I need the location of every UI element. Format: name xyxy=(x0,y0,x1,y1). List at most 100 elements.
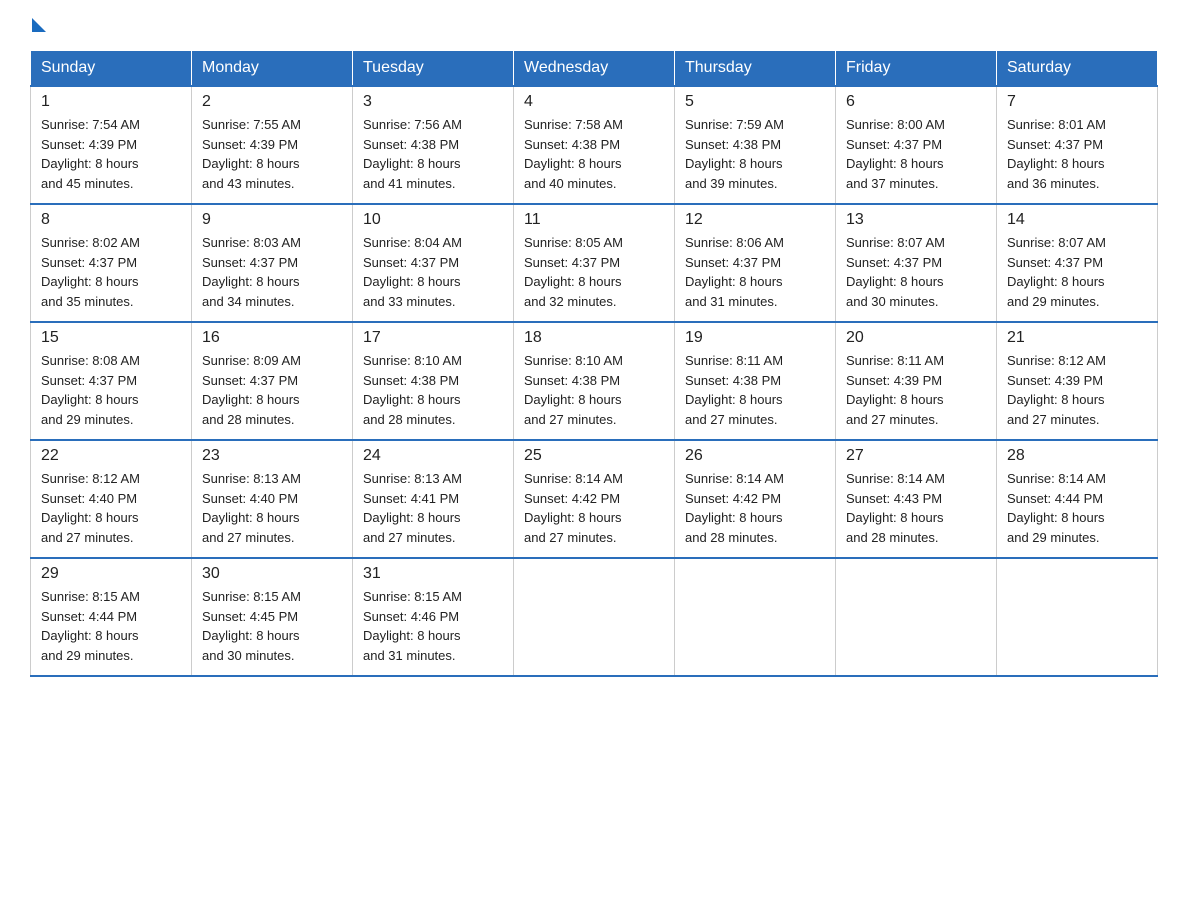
day-number: 10 xyxy=(363,211,503,229)
day-number: 3 xyxy=(363,93,503,111)
day-info: Sunrise: 8:15 AM Sunset: 4:46 PM Dayligh… xyxy=(363,587,503,665)
day-info: Sunrise: 8:15 AM Sunset: 4:44 PM Dayligh… xyxy=(41,587,181,665)
day-info: Sunrise: 8:07 AM Sunset: 4:37 PM Dayligh… xyxy=(846,233,986,311)
day-number: 25 xyxy=(524,447,664,465)
day-info: Sunrise: 8:05 AM Sunset: 4:37 PM Dayligh… xyxy=(524,233,664,311)
day-number: 31 xyxy=(363,565,503,583)
day-number: 28 xyxy=(1007,447,1147,465)
calendar-week-3: 15 Sunrise: 8:08 AM Sunset: 4:37 PM Dayl… xyxy=(31,322,1158,440)
day-info: Sunrise: 8:11 AM Sunset: 4:39 PM Dayligh… xyxy=(846,351,986,429)
calendar-cell: 20 Sunrise: 8:11 AM Sunset: 4:39 PM Dayl… xyxy=(836,322,997,440)
day-number: 19 xyxy=(685,329,825,347)
calendar-cell: 4 Sunrise: 7:58 AM Sunset: 4:38 PM Dayli… xyxy=(514,86,675,204)
calendar-cell: 9 Sunrise: 8:03 AM Sunset: 4:37 PM Dayli… xyxy=(192,204,353,322)
day-info: Sunrise: 8:15 AM Sunset: 4:45 PM Dayligh… xyxy=(202,587,342,665)
day-info: Sunrise: 7:59 AM Sunset: 4:38 PM Dayligh… xyxy=(685,115,825,193)
day-info: Sunrise: 8:10 AM Sunset: 4:38 PM Dayligh… xyxy=(524,351,664,429)
calendar-cell xyxy=(997,558,1158,676)
calendar-cell: 17 Sunrise: 8:10 AM Sunset: 4:38 PM Dayl… xyxy=(353,322,514,440)
calendar-cell xyxy=(675,558,836,676)
day-header-saturday: Saturday xyxy=(997,51,1158,87)
day-number: 29 xyxy=(41,565,181,583)
calendar-cell: 26 Sunrise: 8:14 AM Sunset: 4:42 PM Dayl… xyxy=(675,440,836,558)
calendar-cell xyxy=(514,558,675,676)
day-info: Sunrise: 7:55 AM Sunset: 4:39 PM Dayligh… xyxy=(202,115,342,193)
day-number: 26 xyxy=(685,447,825,465)
day-number: 5 xyxy=(685,93,825,111)
calendar-cell: 15 Sunrise: 8:08 AM Sunset: 4:37 PM Dayl… xyxy=(31,322,192,440)
day-info: Sunrise: 8:01 AM Sunset: 4:37 PM Dayligh… xyxy=(1007,115,1147,193)
day-info: Sunrise: 8:10 AM Sunset: 4:38 PM Dayligh… xyxy=(363,351,503,429)
page-header xyxy=(30,20,1158,34)
day-info: Sunrise: 7:54 AM Sunset: 4:39 PM Dayligh… xyxy=(41,115,181,193)
calendar-cell: 10 Sunrise: 8:04 AM Sunset: 4:37 PM Dayl… xyxy=(353,204,514,322)
calendar-cell: 27 Sunrise: 8:14 AM Sunset: 4:43 PM Dayl… xyxy=(836,440,997,558)
days-header-row: SundayMondayTuesdayWednesdayThursdayFrid… xyxy=(31,51,1158,87)
calendar-cell: 8 Sunrise: 8:02 AM Sunset: 4:37 PM Dayli… xyxy=(31,204,192,322)
day-number: 2 xyxy=(202,93,342,111)
calendar-cell: 29 Sunrise: 8:15 AM Sunset: 4:44 PM Dayl… xyxy=(31,558,192,676)
calendar-cell: 24 Sunrise: 8:13 AM Sunset: 4:41 PM Dayl… xyxy=(353,440,514,558)
calendar-cell: 25 Sunrise: 8:14 AM Sunset: 4:42 PM Dayl… xyxy=(514,440,675,558)
day-info: Sunrise: 8:07 AM Sunset: 4:37 PM Dayligh… xyxy=(1007,233,1147,311)
day-info: Sunrise: 8:00 AM Sunset: 4:37 PM Dayligh… xyxy=(846,115,986,193)
day-number: 8 xyxy=(41,211,181,229)
calendar-cell: 7 Sunrise: 8:01 AM Sunset: 4:37 PM Dayli… xyxy=(997,86,1158,204)
calendar-cell: 6 Sunrise: 8:00 AM Sunset: 4:37 PM Dayli… xyxy=(836,86,997,204)
calendar-cell: 21 Sunrise: 8:12 AM Sunset: 4:39 PM Dayl… xyxy=(997,322,1158,440)
calendar-cell: 19 Sunrise: 8:11 AM Sunset: 4:38 PM Dayl… xyxy=(675,322,836,440)
day-number: 22 xyxy=(41,447,181,465)
calendar-cell: 16 Sunrise: 8:09 AM Sunset: 4:37 PM Dayl… xyxy=(192,322,353,440)
day-info: Sunrise: 8:12 AM Sunset: 4:39 PM Dayligh… xyxy=(1007,351,1147,429)
day-header-wednesday: Wednesday xyxy=(514,51,675,87)
calendar-cell: 23 Sunrise: 8:13 AM Sunset: 4:40 PM Dayl… xyxy=(192,440,353,558)
calendar-cell: 11 Sunrise: 8:05 AM Sunset: 4:37 PM Dayl… xyxy=(514,204,675,322)
day-number: 9 xyxy=(202,211,342,229)
day-number: 30 xyxy=(202,565,342,583)
calendar-cell: 28 Sunrise: 8:14 AM Sunset: 4:44 PM Dayl… xyxy=(997,440,1158,558)
day-info: Sunrise: 8:12 AM Sunset: 4:40 PM Dayligh… xyxy=(41,469,181,547)
day-info: Sunrise: 8:13 AM Sunset: 4:41 PM Dayligh… xyxy=(363,469,503,547)
calendar-table: SundayMondayTuesdayWednesdayThursdayFrid… xyxy=(30,50,1158,677)
day-number: 12 xyxy=(685,211,825,229)
day-number: 14 xyxy=(1007,211,1147,229)
day-header-thursday: Thursday xyxy=(675,51,836,87)
day-header-tuesday: Tuesday xyxy=(353,51,514,87)
calendar-cell: 31 Sunrise: 8:15 AM Sunset: 4:46 PM Dayl… xyxy=(353,558,514,676)
day-number: 13 xyxy=(846,211,986,229)
day-number: 18 xyxy=(524,329,664,347)
day-number: 1 xyxy=(41,93,181,111)
day-number: 24 xyxy=(363,447,503,465)
day-number: 4 xyxy=(524,93,664,111)
day-header-friday: Friday xyxy=(836,51,997,87)
day-info: Sunrise: 8:02 AM Sunset: 4:37 PM Dayligh… xyxy=(41,233,181,311)
calendar-cell: 1 Sunrise: 7:54 AM Sunset: 4:39 PM Dayli… xyxy=(31,86,192,204)
day-info: Sunrise: 8:06 AM Sunset: 4:37 PM Dayligh… xyxy=(685,233,825,311)
day-number: 23 xyxy=(202,447,342,465)
day-header-sunday: Sunday xyxy=(31,51,192,87)
calendar-cell: 22 Sunrise: 8:12 AM Sunset: 4:40 PM Dayl… xyxy=(31,440,192,558)
day-number: 7 xyxy=(1007,93,1147,111)
calendar-cell: 3 Sunrise: 7:56 AM Sunset: 4:38 PM Dayli… xyxy=(353,86,514,204)
day-info: Sunrise: 7:56 AM Sunset: 4:38 PM Dayligh… xyxy=(363,115,503,193)
day-number: 17 xyxy=(363,329,503,347)
day-number: 11 xyxy=(524,211,664,229)
day-number: 16 xyxy=(202,329,342,347)
day-header-monday: Monday xyxy=(192,51,353,87)
day-info: Sunrise: 8:14 AM Sunset: 4:43 PM Dayligh… xyxy=(846,469,986,547)
calendar-week-4: 22 Sunrise: 8:12 AM Sunset: 4:40 PM Dayl… xyxy=(31,440,1158,558)
day-number: 21 xyxy=(1007,329,1147,347)
day-info: Sunrise: 8:09 AM Sunset: 4:37 PM Dayligh… xyxy=(202,351,342,429)
day-info: Sunrise: 8:13 AM Sunset: 4:40 PM Dayligh… xyxy=(202,469,342,547)
day-info: Sunrise: 7:58 AM Sunset: 4:38 PM Dayligh… xyxy=(524,115,664,193)
day-info: Sunrise: 8:14 AM Sunset: 4:44 PM Dayligh… xyxy=(1007,469,1147,547)
calendar-week-2: 8 Sunrise: 8:02 AM Sunset: 4:37 PM Dayli… xyxy=(31,204,1158,322)
day-info: Sunrise: 8:14 AM Sunset: 4:42 PM Dayligh… xyxy=(524,469,664,547)
day-info: Sunrise: 8:11 AM Sunset: 4:38 PM Dayligh… xyxy=(685,351,825,429)
day-info: Sunrise: 8:14 AM Sunset: 4:42 PM Dayligh… xyxy=(685,469,825,547)
logo xyxy=(30,20,46,34)
calendar-cell: 5 Sunrise: 7:59 AM Sunset: 4:38 PM Dayli… xyxy=(675,86,836,204)
calendar-cell: 2 Sunrise: 7:55 AM Sunset: 4:39 PM Dayli… xyxy=(192,86,353,204)
day-number: 15 xyxy=(41,329,181,347)
day-info: Sunrise: 8:03 AM Sunset: 4:37 PM Dayligh… xyxy=(202,233,342,311)
